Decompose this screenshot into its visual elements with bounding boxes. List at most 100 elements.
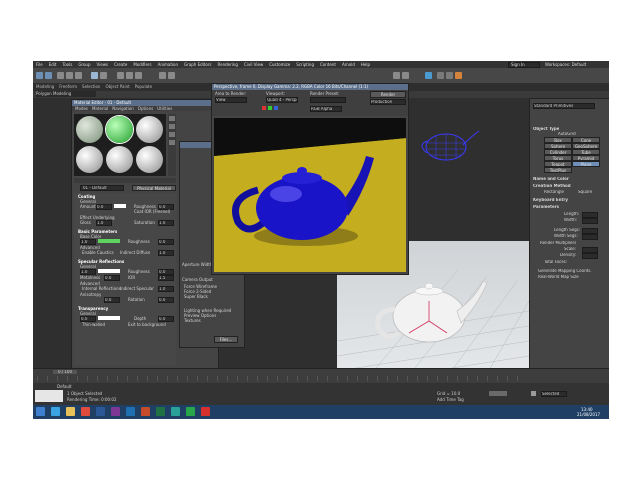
sample-slot-6[interactable] bbox=[136, 146, 163, 173]
menu-group[interactable]: Group bbox=[78, 61, 90, 68]
keyboard-entry-header[interactable]: Keyboard Entry bbox=[533, 198, 568, 202]
align-icon[interactable] bbox=[402, 72, 409, 79]
ie-icon[interactable] bbox=[51, 407, 60, 416]
width-field[interactable] bbox=[582, 218, 598, 224]
ribbon-tab-selection[interactable]: Selection bbox=[82, 83, 100, 91]
me-menu-navigation[interactable]: Navigation bbox=[112, 106, 134, 111]
indirect-specular-field[interactable]: 1.0 bbox=[158, 286, 174, 292]
maxscript-listener[interactable] bbox=[35, 390, 63, 402]
menu-create[interactable]: Create bbox=[114, 61, 127, 68]
base-roughness-field[interactable]: 0.0 bbox=[158, 239, 174, 245]
menu-scripting[interactable]: Scripting bbox=[296, 61, 314, 68]
camtasia-icon[interactable] bbox=[186, 407, 195, 416]
menu-views[interactable]: Views bbox=[97, 61, 109, 68]
render-icon[interactable] bbox=[455, 72, 462, 79]
prim-plane-button[interactable]: Plane bbox=[572, 161, 600, 167]
sample-slot-2[interactable] bbox=[106, 116, 133, 143]
me-menu-modes[interactable]: Modes bbox=[75, 106, 88, 111]
rotation-field[interactable]: 0.0 bbox=[158, 297, 174, 303]
material-type-button[interactable]: Physical Material bbox=[132, 185, 176, 191]
sample-slot-1[interactable] bbox=[76, 116, 103, 143]
excel-icon[interactable] bbox=[156, 407, 165, 416]
outlook-icon[interactable] bbox=[126, 407, 135, 416]
timeline[interactable]: 0 / 100 bbox=[33, 368, 609, 383]
menu-civil-view[interactable]: Civil View bbox=[244, 61, 263, 68]
saturation-field[interactable]: 1.0 bbox=[158, 220, 174, 226]
undo-icon[interactable] bbox=[36, 72, 43, 79]
workspace-label[interactable]: Workspaces: Default bbox=[545, 61, 586, 68]
viewport-select[interactable]: Quad 4 - Perspe bbox=[266, 97, 298, 103]
explorer-icon[interactable] bbox=[66, 407, 75, 416]
channel-red-icon[interactable] bbox=[262, 106, 266, 110]
me-side-tool-2[interactable] bbox=[169, 124, 175, 129]
prim-textplus-button[interactable]: TextPlus bbox=[544, 167, 572, 173]
bind-icon[interactable] bbox=[75, 72, 82, 79]
anisotropy-field[interactable]: 0.0 bbox=[104, 297, 120, 303]
time-slider-label[interactable]: 0 / 100 bbox=[53, 370, 77, 374]
coating-color-swatch[interactable] bbox=[114, 204, 126, 208]
timeline-track[interactable] bbox=[37, 376, 527, 381]
me-menu-material[interactable]: Material bbox=[92, 106, 108, 111]
render-button[interactable]: Render bbox=[370, 91, 406, 98]
density-field[interactable] bbox=[582, 253, 598, 259]
metalness-field[interactable]: 0.0 bbox=[104, 275, 120, 281]
gen-mapping-checkbox[interactable]: Generate Mapping Coords. bbox=[538, 269, 592, 273]
menu-graph-editors[interactable]: Graph Editors bbox=[184, 61, 211, 68]
render-setup-icon[interactable] bbox=[437, 72, 444, 79]
selected-set-select[interactable]: Selected bbox=[541, 391, 567, 397]
parameters-header[interactable]: Parameters bbox=[533, 205, 559, 209]
powerpoint-icon[interactable] bbox=[141, 407, 150, 416]
menu-arnold[interactable]: Arnold bbox=[342, 61, 355, 68]
me-side-tool-4[interactable] bbox=[169, 140, 175, 145]
sample-slot-3[interactable] bbox=[136, 116, 163, 143]
creation-method-header[interactable]: Creation Method bbox=[533, 184, 571, 188]
material-editor-icon[interactable] bbox=[425, 72, 432, 79]
3dsmax-icon[interactable] bbox=[171, 407, 180, 416]
rotate-icon[interactable] bbox=[126, 72, 133, 79]
menu-file[interactable]: File bbox=[36, 61, 43, 68]
ribbon-tab-populate[interactable]: Populate bbox=[135, 83, 152, 91]
menu-edit[interactable]: Edit bbox=[49, 61, 57, 68]
word-icon[interactable] bbox=[96, 407, 105, 416]
width-segs-field[interactable] bbox=[582, 234, 598, 240]
production-select[interactable]: Production bbox=[370, 99, 406, 105]
rectangle-radio[interactable]: Rectangle bbox=[544, 190, 564, 194]
me-side-tool-3[interactable] bbox=[169, 132, 175, 137]
sample-slot-5[interactable] bbox=[106, 146, 133, 173]
snap-icon[interactable] bbox=[159, 72, 166, 79]
ribbon-tab-modeling[interactable]: Modeling bbox=[36, 83, 54, 91]
enable-caustics-label[interactable]: Enable Caustics bbox=[82, 250, 114, 255]
add-time-tag[interactable]: Add Time Tag bbox=[437, 397, 464, 402]
indirect-diffuse-field[interactable]: 1.0 bbox=[158, 250, 174, 256]
menu-rendering[interactable]: Rendering bbox=[218, 61, 238, 68]
area-to-render-select[interactable]: View bbox=[215, 97, 247, 103]
ior-field[interactable]: 1.5 bbox=[158, 275, 174, 281]
base-color-swatch[interactable] bbox=[98, 239, 120, 243]
mirror-icon[interactable] bbox=[393, 72, 400, 79]
menu-modifiers[interactable]: Modifiers bbox=[133, 61, 151, 68]
rs-files-button[interactable]: Files... bbox=[214, 336, 238, 343]
channel-select[interactable]: RGB Alpha bbox=[310, 106, 342, 112]
thin-walled-label[interactable]: Thin-walled bbox=[82, 322, 105, 327]
menu-animation[interactable]: Animation bbox=[158, 61, 178, 68]
autokey-button[interactable] bbox=[489, 391, 507, 396]
select-name-icon[interactable] bbox=[100, 72, 107, 79]
play-icon[interactable] bbox=[531, 391, 536, 396]
link-icon[interactable] bbox=[57, 72, 64, 79]
start-icon[interactable] bbox=[36, 407, 45, 416]
channel-green-icon[interactable] bbox=[268, 106, 272, 110]
menu-content[interactable]: Content bbox=[320, 61, 336, 68]
recorder-icon[interactable] bbox=[201, 407, 210, 416]
redo-icon[interactable] bbox=[45, 72, 52, 79]
primitive-type-select[interactable]: Standard Primitives bbox=[533, 103, 595, 109]
menu-help[interactable]: Help bbox=[361, 61, 370, 68]
autogrid-label[interactable]: AutoGrid bbox=[558, 132, 576, 136]
unlink-icon[interactable] bbox=[66, 72, 73, 79]
internal-reflections-label[interactable]: Internal Reflections bbox=[82, 286, 121, 291]
exit-background-label[interactable]: Exit to background bbox=[128, 322, 166, 327]
coating-amount-field[interactable]: 0.0 bbox=[96, 204, 112, 210]
clock-date[interactable]: 21/08/2017 bbox=[577, 412, 600, 417]
render-preset-select[interactable] bbox=[310, 97, 346, 103]
menu-customize[interactable]: Customize bbox=[269, 61, 290, 68]
rs-textures[interactable]: Textures bbox=[184, 318, 201, 323]
